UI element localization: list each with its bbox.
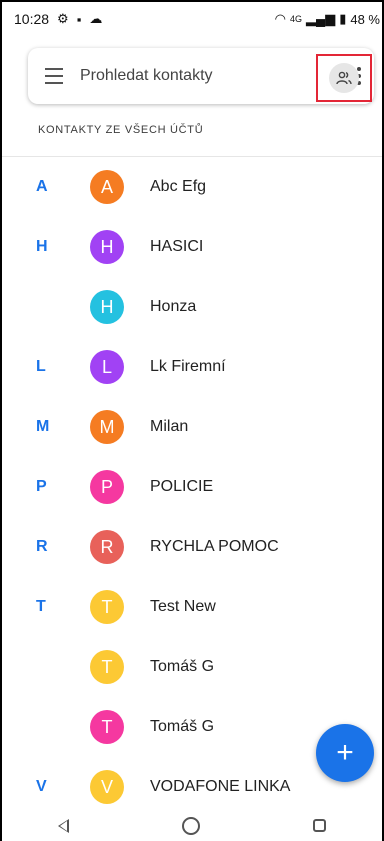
- index-letter: L: [36, 358, 46, 375]
- contact-row[interactable]: P P POLICIE: [2, 457, 382, 517]
- contact-avatar: A: [90, 170, 124, 204]
- index-letter: M: [36, 418, 50, 435]
- contact-row[interactable]: M M Milan: [2, 397, 382, 457]
- contact-name: Lk Firemní: [150, 358, 226, 375]
- status-bar: 10:28 ⚙ ▪ ☁ ◠ 4G ▂▄▆ ▮ 48 %: [2, 2, 382, 36]
- phone-screen: 10:28 ⚙ ▪ ☁ ◠ 4G ▂▄▆ ▮ 48 % Prohledat ko…: [0, 0, 384, 841]
- contact-avatar: H: [90, 230, 124, 264]
- contact-name: RYCHLA POMOC: [150, 538, 279, 555]
- contact-row[interactable]: L L Lk Firemní: [2, 337, 382, 397]
- contact-avatar: T: [90, 590, 124, 624]
- signal-icon: ▂▄▆: [305, 11, 336, 26]
- index-letter: A: [36, 178, 48, 195]
- cloud-icon: ☁: [89, 11, 103, 26]
- add-contact-button[interactable]: +: [316, 724, 374, 782]
- contact-row[interactable]: H Honza: [2, 277, 382, 337]
- network-type: 4G: [289, 14, 302, 24]
- index-letter: H: [36, 238, 48, 255]
- index-letter: V: [36, 778, 47, 795]
- contact-avatar: V: [90, 770, 124, 804]
- index-letter: T: [36, 598, 46, 615]
- contact-row[interactable]: R R RYCHLA POMOC: [2, 517, 382, 577]
- status-time: 10:28: [14, 11, 50, 27]
- contact-name: Milan: [150, 418, 189, 435]
- contact-row[interactable]: T Tomáš G: [2, 637, 382, 697]
- contact-name: Test New: [150, 598, 216, 615]
- wifi-icon: ◠: [274, 11, 286, 26]
- contact-name: HASICI: [150, 238, 204, 255]
- battery-icon: ▮: [339, 11, 347, 26]
- back-icon[interactable]: [58, 818, 70, 833]
- home-icon[interactable]: [181, 816, 200, 835]
- account-switcher-highlight[interactable]: [316, 54, 372, 102]
- contact-avatar: R: [90, 530, 124, 564]
- search-input[interactable]: Prohledat kontakty: [80, 67, 344, 85]
- index-letter: R: [36, 538, 48, 555]
- contact-name: Tomáš G: [150, 658, 215, 675]
- contact-avatar: P: [90, 470, 124, 504]
- contact-name: POLICIE: [150, 478, 214, 495]
- gear-icon: ⚙: [57, 11, 69, 26]
- contact-avatar: T: [90, 650, 124, 684]
- contact-avatar: T: [90, 710, 124, 744]
- navigation-bar: [2, 808, 382, 841]
- contact-list: A A Abc Efg H H HASICI H Honza L L Lk Fi…: [2, 157, 382, 817]
- contact-row[interactable]: T T Test New: [2, 577, 382, 637]
- contact-name: Abc Efg: [150, 178, 207, 195]
- contact-avatar: H: [90, 290, 124, 324]
- contact-name: VODAFONE LINKA: [150, 778, 291, 795]
- battery-level: 48 %: [350, 11, 380, 27]
- contact-name: Tomáš G: [150, 718, 215, 735]
- notification-icon: ▪: [76, 11, 82, 27]
- contact-avatar: M: [90, 410, 124, 444]
- contact-row[interactable]: A A Abc Efg: [2, 157, 382, 217]
- contact-row[interactable]: H H HASICI: [2, 217, 382, 277]
- contact-name: Honza: [150, 298, 197, 315]
- contact-avatar: L: [90, 350, 124, 384]
- index-letter: P: [36, 478, 47, 495]
- recent-apps-icon[interactable]: [312, 819, 326, 832]
- menu-icon[interactable]: [28, 68, 80, 84]
- account-icon[interactable]: [329, 63, 359, 93]
- section-header: KONTAKTY ZE VŠECH ÚČTŮ: [38, 124, 204, 136]
